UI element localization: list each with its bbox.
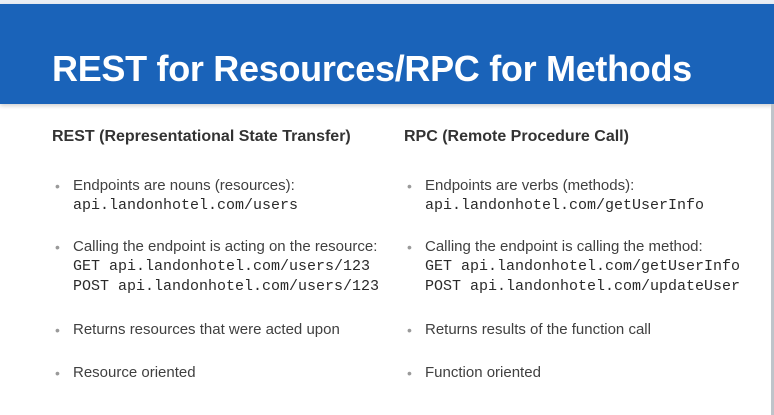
code-line: POST api.landonhotel.com/users/123 <box>73 278 380 295</box>
title-banner: REST for Resources/RPC for Methods <box>0 4 774 104</box>
bullet-text: Returns results of the function call <box>425 321 651 338</box>
bullet-dot-icon: • <box>55 239 60 255</box>
bullet-text: Returns resources that were acted upon <box>73 321 340 338</box>
slide: REST for Resources/RPC for Methods REST … <box>0 0 774 415</box>
bullet-dot-icon: • <box>407 322 412 338</box>
bullet-text: Resource oriented <box>73 364 196 381</box>
bullet-text: Calling the endpoint is acting on the re… <box>73 238 378 255</box>
code-line: api.landonhotel.com/users <box>73 197 299 214</box>
code-line: api.landonhotel.com/getUserInfo <box>425 197 705 214</box>
bullet-dot-icon: • <box>407 178 412 194</box>
code-line: GET api.landonhotel.com/getUserInfo <box>425 258 741 275</box>
bullet-dot-icon: • <box>55 365 60 381</box>
bullet-text: Calling the endpoint is calling the meth… <box>425 238 703 255</box>
bullet-dot-icon: • <box>407 239 412 255</box>
rpc-column: RPC (Remote Procedure Call) • Endpoints … <box>404 127 764 381</box>
bullet-text: Endpoints are verbs (methods): <box>425 177 635 194</box>
bullet-dot-icon: • <box>55 322 60 338</box>
rest-column: REST (Representational State Transfer) •… <box>52 127 392 381</box>
code-line: POST api.landonhotel.com/updateUser <box>425 278 741 295</box>
code-line: GET api.landonhotel.com/users/123 <box>73 258 371 275</box>
bullet-dot-icon: • <box>407 365 412 381</box>
bullet-text: Endpoints are nouns (resources): <box>73 177 295 194</box>
slide-title: REST for Resources/RPC for Methods <box>52 48 692 89</box>
rpc-heading: RPC (Remote Procedure Call) <box>404 128 629 145</box>
rest-heading: REST (Representational State Transfer) <box>52 128 351 145</box>
bullet-dot-icon: • <box>55 178 60 194</box>
bullet-text: Function oriented <box>425 364 541 381</box>
